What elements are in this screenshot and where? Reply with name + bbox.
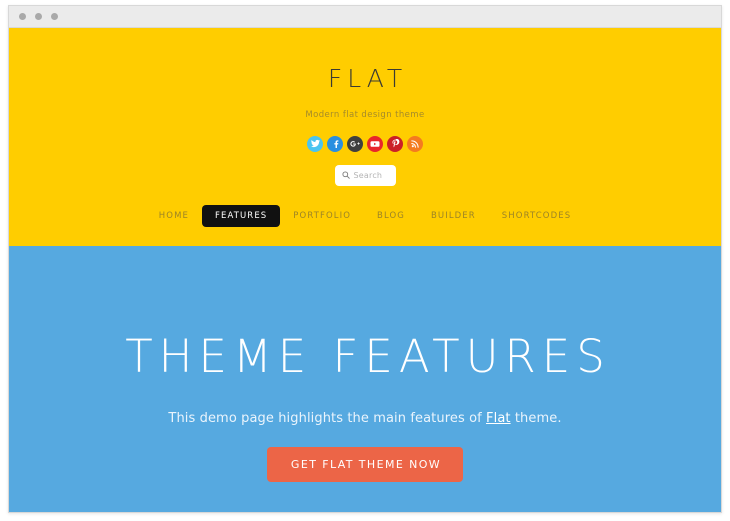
search-container (9, 164, 721, 186)
nav-item-home[interactable]: HOME (146, 205, 202, 227)
youtube-icon[interactable] (367, 135, 383, 152)
social-links (9, 135, 721, 152)
search-input[interactable] (353, 170, 389, 180)
hero-subtitle: This demo page highlights the main featu… (9, 412, 721, 425)
search-box[interactable] (334, 164, 396, 186)
get-flat-theme-button[interactable]: GET FLAT THEME NOW (266, 447, 464, 482)
hero-section: THEME FEATURES This demo page highlights… (9, 246, 721, 512)
google-plus-icon[interactable] (347, 135, 363, 152)
twitter-icon[interactable] (307, 135, 323, 152)
nav-item-blog[interactable]: BLOG (364, 205, 418, 227)
nav-item-features[interactable]: FEATURES (201, 204, 281, 227)
main-navigation: HOME FEATURES PORTFOLIO BLOG BUILDER SHO… (9, 204, 721, 227)
flat-theme-link[interactable]: Flat (486, 411, 511, 426)
nav-item-builder[interactable]: BUILDER (418, 205, 489, 227)
page-viewport: FLAT Modern flat design theme Search HOM… (9, 28, 721, 512)
page-title: THEME FEATURES (125, 330, 611, 383)
nav-item-portfolio[interactable]: PORTFOLIO (280, 205, 364, 227)
minimize-dot[interactable] (35, 13, 42, 20)
site-title: FLAT (327, 64, 408, 93)
site-tagline: Modern flat design theme (305, 110, 425, 120)
hero-subtitle-suffix: theme. (510, 411, 562, 426)
search-icon (341, 171, 350, 179)
facebook-icon[interactable] (327, 135, 343, 152)
nav-item-shortcodes[interactable]: SHORTCODES (489, 205, 584, 227)
close-dot[interactable] (19, 13, 26, 20)
cta-container: GET FLAT THEME NOW (9, 447, 721, 482)
site-header: FLAT Modern flat design theme Search HOM… (9, 28, 721, 246)
browser-window: FLAT Modern flat design theme Search HOM… (8, 5, 722, 513)
maximize-dot[interactable] (51, 13, 58, 20)
browser-titlebar (9, 6, 721, 28)
rss-icon[interactable] (407, 135, 423, 152)
hero-subtitle-prefix: This demo page highlights the main featu… (168, 411, 487, 426)
pinterest-icon[interactable] (387, 135, 403, 152)
